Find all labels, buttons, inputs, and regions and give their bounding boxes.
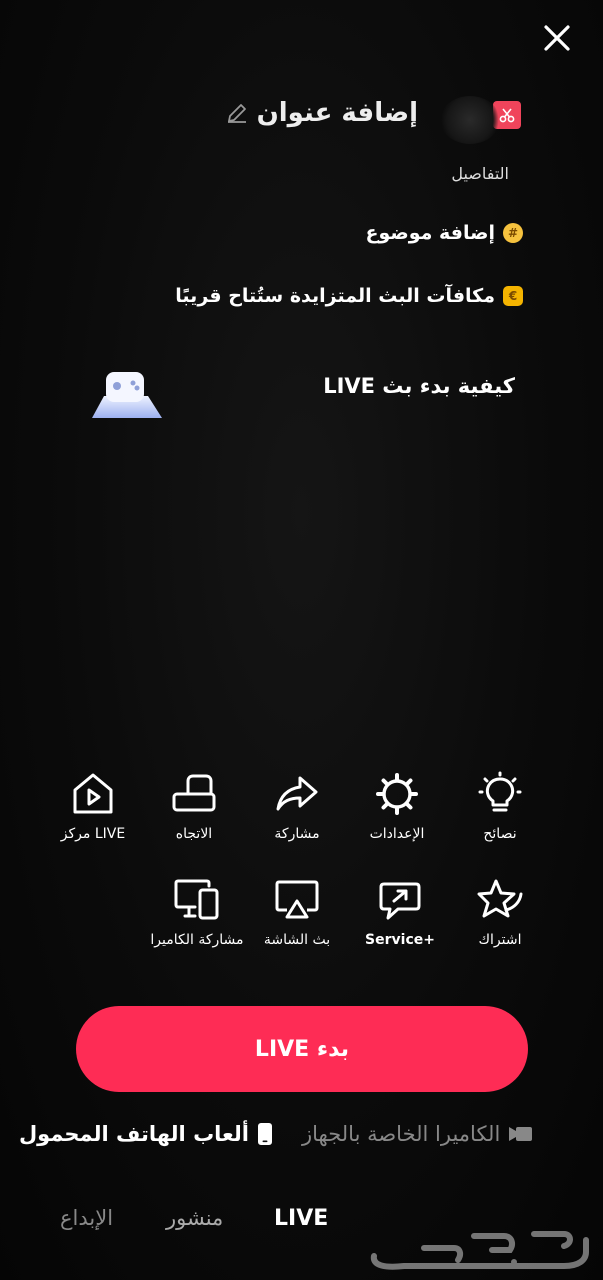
hashtag-icon: # <box>503 223 523 243</box>
game-controller-icon <box>92 372 162 418</box>
orientation-icon <box>172 774 216 812</box>
bonus-label: مكافآت البث المتزايدة ستُتاح قريبًا <box>175 285 495 307</box>
tool-live-center[interactable]: مركز LIVE <box>43 770 143 842</box>
tool-label: نصائح <box>483 826 517 842</box>
topic-label: إضافة موضوع <box>365 222 495 244</box>
start-live-label: بدء LIVE <box>254 1036 350 1062</box>
bonus-row[interactable]: € مكافآت البث المتزايدة ستُتاح قريبًا <box>175 285 523 307</box>
start-live-button[interactable]: بدء LIVE <box>76 1006 528 1092</box>
phone-icon <box>258 1123 272 1145</box>
tool-label: Service+ <box>365 932 435 948</box>
tool-service-plus[interactable]: Service+ <box>350 876 450 948</box>
title-placeholder: إضافة عنوان <box>256 98 418 128</box>
tab-create[interactable]: الإبداع <box>60 1206 113 1230</box>
gift-badge-icon: € <box>503 286 523 306</box>
tool-label: بث الشاشة <box>263 932 331 948</box>
tool-share[interactable]: مشاركة <box>247 770 347 842</box>
camera-share-devices-icon <box>174 879 219 920</box>
how-to-live-label[interactable]: كيفية بدء بث LIVE <box>323 374 515 398</box>
screencast-icon <box>275 880 319 919</box>
add-title-field[interactable]: إضافة عنوان <box>225 98 418 128</box>
tool-label: اشتراك <box>478 932 522 948</box>
tool-label: مشاركة الكاميرا <box>150 932 244 948</box>
scissors-icon <box>499 108 515 123</box>
avatar <box>440 96 500 144</box>
mode-selector: ألعاب الهاتف المحمول الكاميرا الخاصة بال… <box>0 1122 603 1162</box>
service-chat-icon <box>379 882 421 920</box>
tool-settings[interactable]: الإعدادات <box>347 770 447 842</box>
tool-orientation[interactable]: الاتجاه <box>144 770 244 842</box>
tool-screencast[interactable]: بث الشاشة <box>247 876 347 948</box>
tool-camera-share[interactable]: مشاركة الكاميرا <box>147 876 247 948</box>
mode-mobile-games-label: ألعاب الهاتف المحمول <box>18 1122 249 1146</box>
add-topic-row[interactable]: # إضافة موضوع <box>365 222 523 244</box>
mode-device-camera[interactable]: الكاميرا الخاصة بالجهاز <box>302 1122 534 1146</box>
tab-post[interactable]: منشور <box>166 1206 223 1230</box>
close-button[interactable] <box>541 22 573 54</box>
watermark-logo <box>370 1231 589 1270</box>
close-icon <box>544 25 570 51</box>
video-camera-icon <box>509 1127 533 1141</box>
mode-mobile-games[interactable]: ألعاب الهاتف المحمول <box>19 1122 273 1146</box>
tool-label: الإعدادات <box>369 826 425 842</box>
details-label[interactable]: التفاصيل <box>451 164 509 183</box>
pencil-icon <box>227 104 246 123</box>
subscription-star-icon <box>477 879 523 918</box>
tool-label: الاتجاه <box>175 826 213 842</box>
gear-icon <box>376 773 418 815</box>
lightbulb-icon <box>478 771 522 812</box>
live-center-icon <box>73 773 113 814</box>
tool-tips[interactable]: نصائح <box>450 770 550 842</box>
tab-live[interactable]: LIVE <box>274 1206 328 1231</box>
mode-device-camera-label: الكاميرا الخاصة بالجهاز <box>302 1122 501 1146</box>
tool-subscription[interactable]: اشتراك <box>450 876 550 948</box>
share-icon <box>276 776 318 811</box>
tool-label: مشاركة <box>274 826 320 842</box>
tool-label: مركز LIVE <box>60 826 126 842</box>
